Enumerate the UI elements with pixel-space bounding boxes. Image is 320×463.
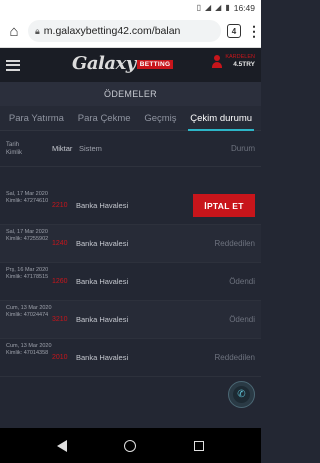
username: KARDELEN <box>225 54 255 60</box>
row-status: Ödendi <box>229 315 255 324</box>
row-amount: 1240 <box>52 240 68 247</box>
tab-withdraw[interactable]: Para Çekme <box>76 106 133 131</box>
site-header: Galaxy BETTING KARDELEN 4.5TRY <box>0 48 261 82</box>
back-icon[interactable] <box>56 439 67 452</box>
row-status: Reddedilen <box>214 239 255 248</box>
signal-icon: ◢ <box>215 3 222 12</box>
user-icon <box>212 54 223 68</box>
wifi-icon: ◢ <box>205 3 212 12</box>
row-date: Cum, 13 Mar 2020 Kimlik: 47024474 <box>6 305 52 335</box>
row-system: Banka Havalesi <box>76 277 129 286</box>
header-amount: Miktar <box>52 144 73 153</box>
header-date-label: Tarih <box>6 141 20 148</box>
tab-withdraw-status[interactable]: Çekim durumu <box>188 106 254 131</box>
table-row: Sal, 17 Mar 2020 Kimlik: 47274610 2210 B… <box>0 187 261 225</box>
payment-tabs: Para Yatırma Para Çekme Geçmiş Çekim dur… <box>0 106 261 131</box>
tab-deposit[interactable]: Para Yatırma <box>7 106 66 131</box>
hamburger-menu-icon[interactable] <box>6 59 20 71</box>
row-status: Reddedilen <box>214 353 255 362</box>
battery-icon: ▮ <box>225 3 230 12</box>
cancel-withdrawal-button[interactable]: İPTAL ET <box>193 194 255 217</box>
table-row: Cum, 13 Mar 2020 Kimlik: 47014358 2010 B… <box>0 339 261 377</box>
row-date: Sal, 17 Mar 2020 Kimlik: 47274610 <box>6 191 52 221</box>
logo-text: Galaxy <box>72 53 136 74</box>
table-row: Cum, 13 Mar 2020 Kimlik: 47024474 3210 B… <box>0 301 261 339</box>
site-logo[interactable]: Galaxy BETTING <box>72 53 174 74</box>
vibrate-icon: ▯ <box>196 3 201 12</box>
table-row: Prş, 16 Mar 2020 Kimlik: 47178515 1260 B… <box>0 263 261 301</box>
row-amount: 2010 <box>52 354 68 361</box>
url-text: m.galaxybetting42.com/balan <box>43 25 181 37</box>
header-id-label: Kimlik <box>6 149 22 156</box>
lock-icon: 🔒︎ <box>35 25 40 36</box>
home-icon[interactable]: ⌂ <box>6 23 22 40</box>
row-system: Banka Havalesi <box>76 315 129 324</box>
address-bar[interactable]: 🔒︎ m.galaxybetting42.com/balan <box>28 20 221 42</box>
row-id: Kimlik: 47274610 <box>6 197 49 204</box>
withdrawal-table: Tarih Kimlik Miktar Sistem Durum Sal, 17… <box>0 131 261 377</box>
page-title: ÖDEMELER <box>0 82 261 106</box>
status-bar: ▯ ◢ ◢ ▮ 16:49 <box>0 0 261 15</box>
status-time: 16:49 <box>233 2 255 13</box>
recent-apps-icon[interactable] <box>194 440 205 451</box>
table-header: Tarih Kimlik Miktar Sistem Durum <box>0 131 261 167</box>
header-system: Sistem <box>79 144 102 153</box>
live-support-button[interactable]: ✆ <box>228 381 255 408</box>
row-system: Banka Havalesi <box>76 353 129 362</box>
balance: 4.5TRY <box>233 61 255 68</box>
tab-history[interactable]: Geçmiş <box>142 106 178 131</box>
header-status: Durum <box>230 144 255 153</box>
phone-icon: ✆ <box>233 386 250 403</box>
row-system: Banka Havalesi <box>76 201 129 210</box>
browser-toolbar: ⌂ 🔒︎ m.galaxybetting42.com/balan 4 ⋮ <box>0 15 261 48</box>
row-id: Kimlik: 47014358 <box>6 349 49 356</box>
home-circle-icon[interactable] <box>124 439 137 452</box>
user-account[interactable]: KARDELEN 4.5TRY <box>212 54 255 68</box>
page-bottom <box>0 392 261 428</box>
android-nav-bar <box>0 428 261 463</box>
logo-badge: BETTING <box>136 60 174 69</box>
row-amount: 3210 <box>52 316 68 323</box>
row-date: Cum, 13 Mar 2020 Kimlik: 47014358 <box>6 343 52 373</box>
table-spacer <box>0 167 261 187</box>
row-date-text: Sal, 17 Mar 2020 <box>6 190 48 197</box>
row-date-text: Cum, 13 Mar 2020 <box>6 304 52 311</box>
more-menu-icon[interactable]: ⋮ <box>247 23 261 40</box>
row-id: Kimlik: 47255902 <box>6 235 49 242</box>
row-amount: 2210 <box>52 202 68 209</box>
row-date: Prş, 16 Mar 2020 Kimlik: 47178515 <box>6 267 52 297</box>
row-date-text: Prş, 16 Mar 2020 <box>6 266 49 273</box>
row-id: Kimlik: 47178515 <box>6 273 49 280</box>
row-id: Kimlik: 47024474 <box>6 311 49 318</box>
row-system: Banka Havalesi <box>76 239 129 248</box>
row-date-text: Sal, 17 Mar 2020 <box>6 228 48 235</box>
row-date-text: Cum, 13 Mar 2020 <box>6 342 52 349</box>
header-date: Tarih Kimlik <box>6 141 52 157</box>
row-date: Sal, 17 Mar 2020 Kimlik: 47255902 <box>6 229 52 259</box>
tab-switcher-button[interactable]: 4 <box>227 24 241 38</box>
row-amount: 1260 <box>52 278 68 285</box>
row-status: Ödendi <box>229 277 255 286</box>
table-row: Sal, 17 Mar 2020 Kimlik: 47255902 1240 B… <box>0 225 261 263</box>
